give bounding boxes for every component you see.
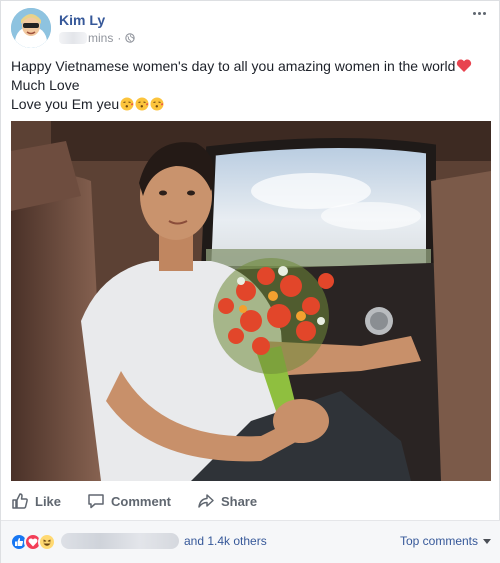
blurred-reactor-names <box>61 533 179 549</box>
more-options-icon[interactable] <box>473 12 489 22</box>
kissing-face-emoji-icon <box>135 97 149 111</box>
reactions-count-link[interactable]: and 1.4k others <box>184 534 267 548</box>
meta-separator: · <box>117 31 122 45</box>
haha-reaction-icon <box>38 533 56 551</box>
post-text-line-3: Love you Em yeu <box>11 95 489 114</box>
post-text-line-2: Much Love <box>11 77 80 93</box>
post-text-line-1-content: Happy Vietnamese women's day to all you … <box>11 58 456 74</box>
heart-emoji-icon <box>457 59 472 72</box>
reaction-icons[interactable] <box>10 533 56 551</box>
comment-button[interactable]: Comment <box>87 492 171 510</box>
share-button[interactable]: Share <box>197 492 257 510</box>
post-meta: mins · <box>59 31 136 45</box>
globe-icon[interactable] <box>125 33 136 43</box>
reactions-bar: and 1.4k others Top comments <box>1 521 500 563</box>
author-name[interactable]: Kim Ly <box>59 12 105 28</box>
caret-down-icon <box>483 538 491 544</box>
action-bar: Like Comment Share <box>11 489 491 513</box>
post-card: Kim Ly mins · Happy Vietnamese women's d… <box>0 0 500 563</box>
post-time[interactable]: mins <box>88 31 113 45</box>
post-text-line-3-content: Love you Em yeu <box>11 96 120 112</box>
post-photo[interactable] <box>11 121 491 481</box>
kissing-face-emoji-icon <box>150 97 164 111</box>
comment-sort-dropdown[interactable]: Top comments <box>400 534 491 548</box>
like-label: Like <box>35 493 62 509</box>
post-text-line-1: Happy Vietnamese women's day to all you … <box>11 57 489 76</box>
thumbs-up-icon <box>12 493 28 509</box>
photo-illustration <box>11 121 491 481</box>
kissing-face-emoji-icon <box>120 97 134 111</box>
post-header: Kim Ly mins · <box>11 8 489 48</box>
comment-label: Comment <box>111 493 171 509</box>
share-label: Share <box>220 493 258 509</box>
share-arrow-icon <box>198 494 214 508</box>
post-text: Happy Vietnamese women's day to all you … <box>11 57 489 114</box>
blurred-time <box>59 32 87 44</box>
like-button[interactable]: Like <box>11 492 61 510</box>
author-avatar[interactable] <box>11 8 51 48</box>
comment-icon <box>88 494 104 509</box>
comment-sort-label: Top comments <box>399 534 478 548</box>
